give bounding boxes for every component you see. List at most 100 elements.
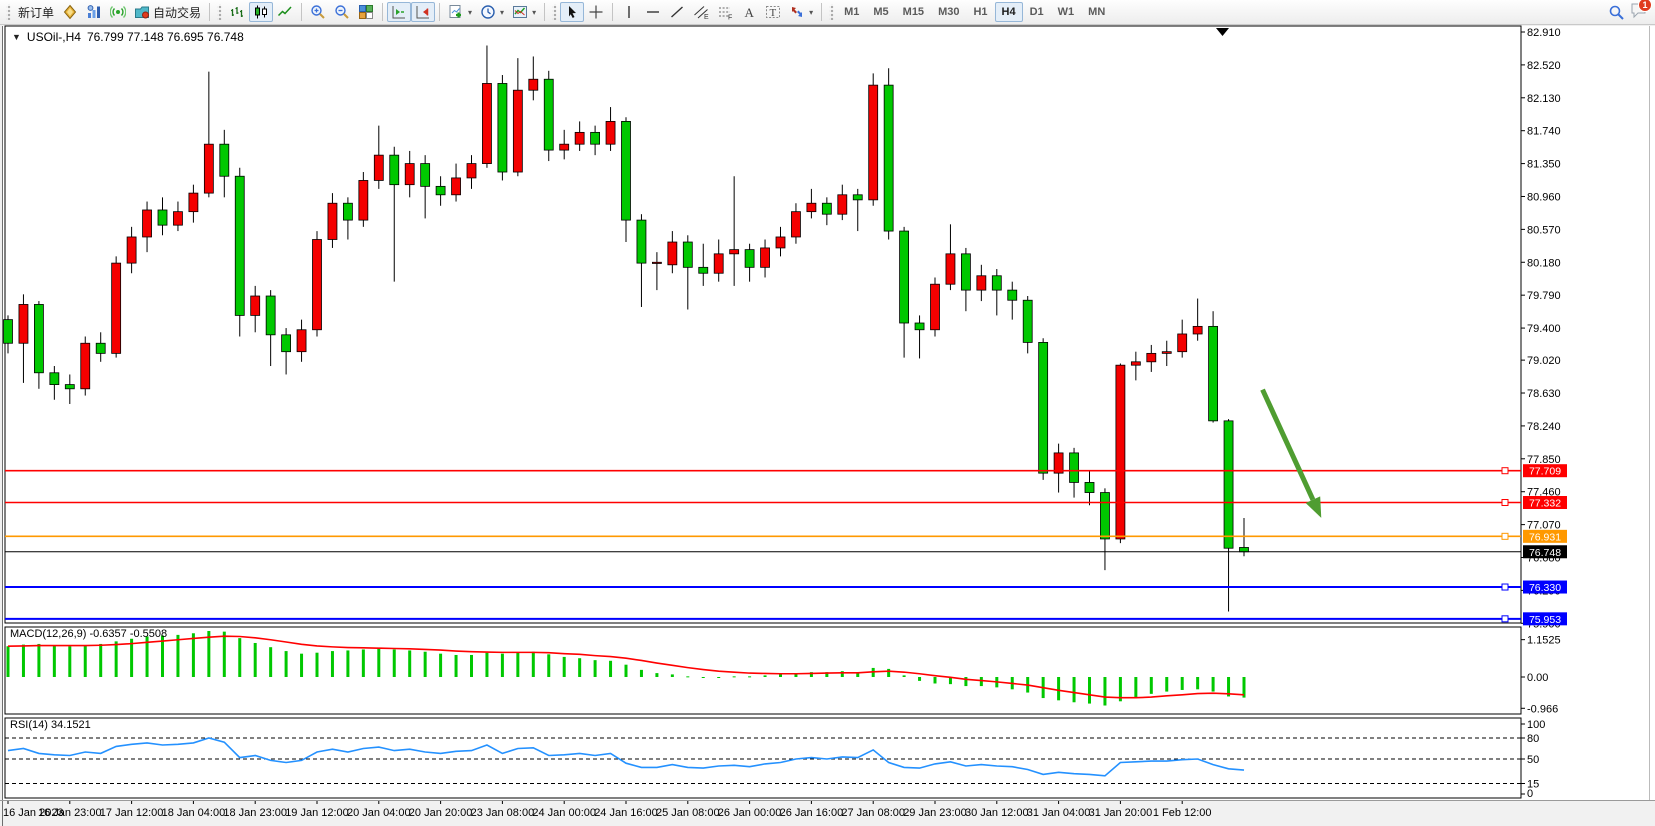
candle <box>96 343 105 353</box>
macd-histogram-bar <box>640 670 643 677</box>
tile-windows-button[interactable] <box>354 2 378 22</box>
macd-histogram-bar <box>53 645 56 677</box>
candle <box>359 180 368 220</box>
candle <box>498 83 507 172</box>
price-badge-label: 77.332 <box>1529 498 1561 510</box>
candle <box>343 203 352 220</box>
macd-histogram-bar <box>547 654 550 677</box>
candle <box>822 203 831 214</box>
bar-chart-button[interactable] <box>225 2 249 22</box>
candle <box>1209 326 1218 420</box>
tab-timeframe-m1[interactable]: M1 <box>837 2 866 22</box>
candle <box>313 240 322 330</box>
candlestick-chart-button[interactable] <box>249 2 273 22</box>
market-watch-button[interactable] <box>82 2 106 22</box>
candle <box>374 155 383 180</box>
time-axis-label: 19 Jan 12:00 <box>285 807 349 819</box>
toolbar-separator <box>544 3 545 21</box>
line-endpoint-marker[interactable] <box>1502 468 1508 474</box>
price-badge-label: 77.709 <box>1529 466 1561 478</box>
candle <box>297 330 306 352</box>
candle <box>683 242 692 267</box>
zoom-out-icon <box>334 4 350 20</box>
arrows-button[interactable]: ▾ <box>785 2 817 22</box>
tab-timeframe-h1[interactable]: H1 <box>966 2 994 22</box>
zoom-out-button[interactable] <box>330 2 354 22</box>
toolbar-drag-handle[interactable] <box>217 4 222 20</box>
periods-button[interactable]: ▾ <box>476 2 508 22</box>
tab-timeframe-m15[interactable]: M15 <box>896 2 931 22</box>
macd-histogram-bar <box>362 649 365 677</box>
candle <box>1178 334 1187 352</box>
line-endpoint-marker[interactable] <box>1502 584 1508 590</box>
equidistant-channel-button[interactable]: E <box>689 2 713 22</box>
candle <box>158 210 167 225</box>
chart-canvas: 82.91082.52082.13081.74081.35080.96080.5… <box>0 25 1655 826</box>
fibonacci-button[interactable]: F <box>713 2 737 22</box>
price-axis-label: 80.960 <box>1527 191 1561 203</box>
tab-timeframe-d1[interactable]: D1 <box>1023 2 1051 22</box>
vertical-line-button[interactable] <box>617 2 641 22</box>
macd-histogram-bar <box>717 677 720 678</box>
candle <box>421 164 430 187</box>
toolbar-drag-handle[interactable] <box>829 4 834 20</box>
macd-histogram-bar <box>1196 677 1199 689</box>
time-axis-label: 26 Jan 00:00 <box>718 807 782 819</box>
macd-axis-label: -0.966 <box>1527 703 1558 715</box>
candle <box>34 304 43 372</box>
macd-histogram-bar <box>68 646 71 677</box>
candle <box>838 195 847 214</box>
candle <box>220 144 229 176</box>
new-chart-button[interactable]: ▾ <box>444 2 476 22</box>
candle <box>1085 482 1094 492</box>
tab-timeframe-m30[interactable]: M30 <box>931 2 966 22</box>
tab-timeframe-mn[interactable]: MN <box>1081 2 1112 22</box>
auto-scroll-button[interactable] <box>387 2 411 22</box>
line-endpoint-marker[interactable] <box>1502 533 1508 539</box>
chart-collapse-icon[interactable]: ▼ <box>12 32 21 42</box>
templates-button[interactable]: ▾ <box>508 2 540 22</box>
new-order-button[interactable]: 新订单 <box>14 2 58 22</box>
macd-histogram-bar <box>1057 677 1060 700</box>
macd-histogram-bar <box>532 652 535 677</box>
text-icon: A <box>741 4 757 20</box>
macd-histogram-bar <box>1181 677 1184 690</box>
crosshair-button[interactable] <box>584 2 608 22</box>
chart-shift-button[interactable] <box>411 2 435 22</box>
candle <box>761 248 770 267</box>
tab-timeframe-w1[interactable]: W1 <box>1051 2 1082 22</box>
chart-symbol-period: USOil-,H4 <box>27 30 81 44</box>
chart-title: ▼ USOil-,H4 76.799 77.148 76.695 76.748 <box>12 30 244 44</box>
horizontal-line-button[interactable] <box>641 2 665 22</box>
candle <box>668 242 677 265</box>
candle <box>235 176 244 315</box>
tab-timeframe-h4[interactable]: H4 <box>995 2 1023 22</box>
time-axis-label: 20 Jan 20:00 <box>409 807 473 819</box>
trendline-button[interactable] <box>665 2 689 22</box>
line-chart-button[interactable] <box>273 2 297 22</box>
toolbar-drag-handle[interactable] <box>6 4 11 20</box>
line-endpoint-marker[interactable] <box>1502 500 1508 506</box>
macd-histogram-bar <box>501 654 504 677</box>
gold-market-button[interactable] <box>58 2 82 22</box>
macd-pane <box>5 627 1521 714</box>
signal-button[interactable] <box>106 2 130 22</box>
notifications-button[interactable]: 1 <box>1630 2 1646 23</box>
candle <box>482 83 491 163</box>
line-endpoint-marker[interactable] <box>1502 616 1508 622</box>
dropdown-arrow-icon: ▾ <box>468 8 472 17</box>
vertical-line-icon <box>621 4 637 20</box>
zoom-in-button[interactable] <box>306 2 330 22</box>
tab-timeframe-m5[interactable]: M5 <box>866 2 895 22</box>
text-button[interactable]: A <box>737 2 761 22</box>
search-icon[interactable] <box>1608 4 1624 20</box>
text-label-button[interactable]: T <box>761 2 785 22</box>
price-axis-label: 81.740 <box>1527 126 1561 138</box>
cursor-icon <box>564 4 580 20</box>
toolbar-drag-handle[interactable] <box>552 4 557 20</box>
svg-text:E: E <box>704 14 709 20</box>
cursor-button[interactable] <box>560 2 584 22</box>
candle <box>1240 547 1249 551</box>
auto-trading-button[interactable]: 自动交易 <box>130 2 205 22</box>
candle <box>776 237 785 248</box>
